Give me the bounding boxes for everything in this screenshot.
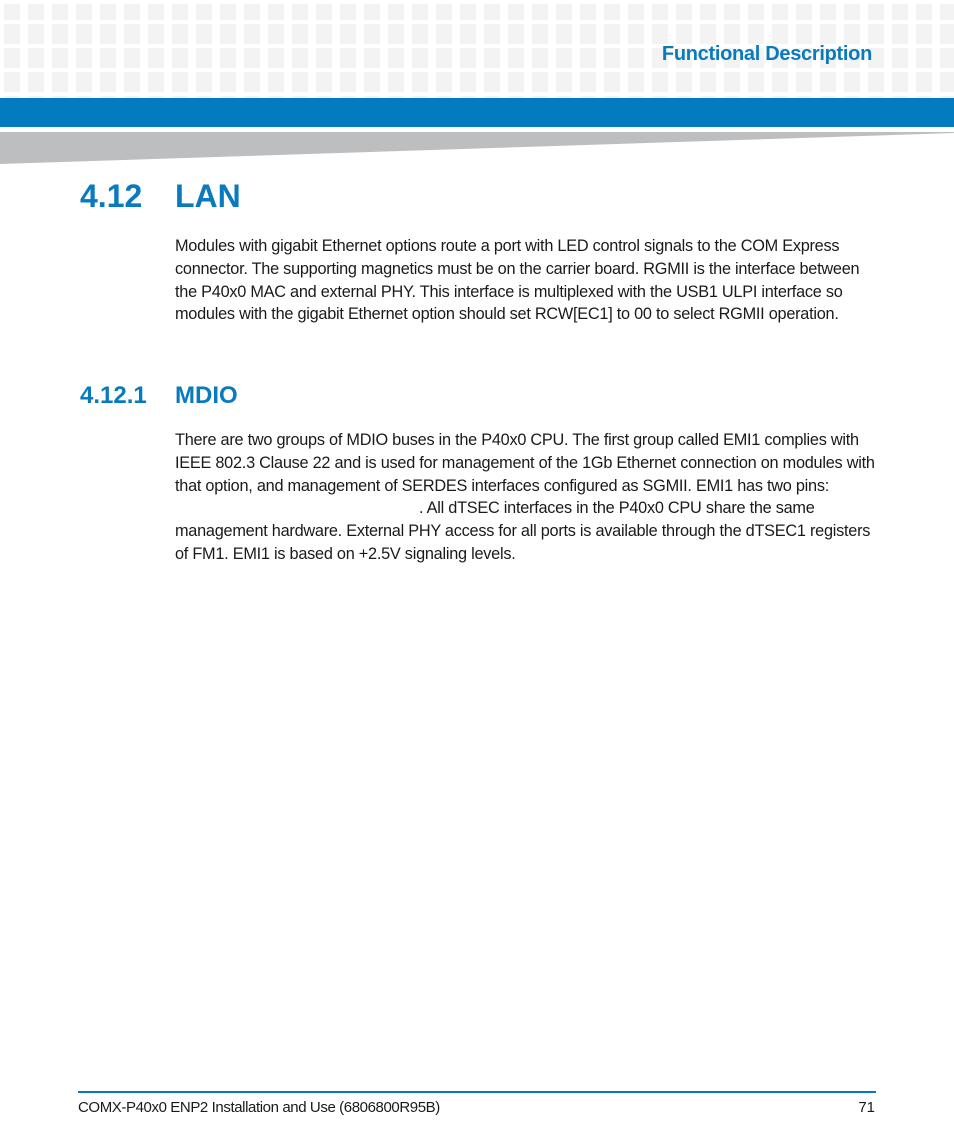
running-section-title: Functional Description [661, 43, 872, 65]
footer-page-number: 71 [858, 1099, 875, 1116]
subsection-number: 4.12.1 [80, 382, 147, 409]
section-title: LAN [175, 178, 241, 214]
wedge-shape [0, 132, 954, 164]
subsection-title: MDIO [175, 382, 238, 409]
subsection-heading: 4.12.1 MDIO [80, 382, 238, 410]
header-blue-bar [0, 98, 954, 127]
footer-document-title: COMX-P40x0 ENP2 Installation and Use (68… [78, 1099, 440, 1116]
subsection-body-part2: . All dTSEC interfaces in the P40x0 CPU … [175, 499, 871, 563]
header-gray-wedge [0, 132, 954, 164]
section-number: 4.12 [80, 178, 143, 214]
footer-rule [78, 1091, 876, 1093]
subsection-body: There are two groups of MDIO buses in th… [175, 429, 880, 566]
subsection-body-part1: There are two groups of MDIO buses in th… [175, 431, 875, 495]
section-body: Modules with gigabit Ethernet options ro… [175, 237, 860, 324]
section-heading: 4.12 LAN [80, 178, 241, 215]
